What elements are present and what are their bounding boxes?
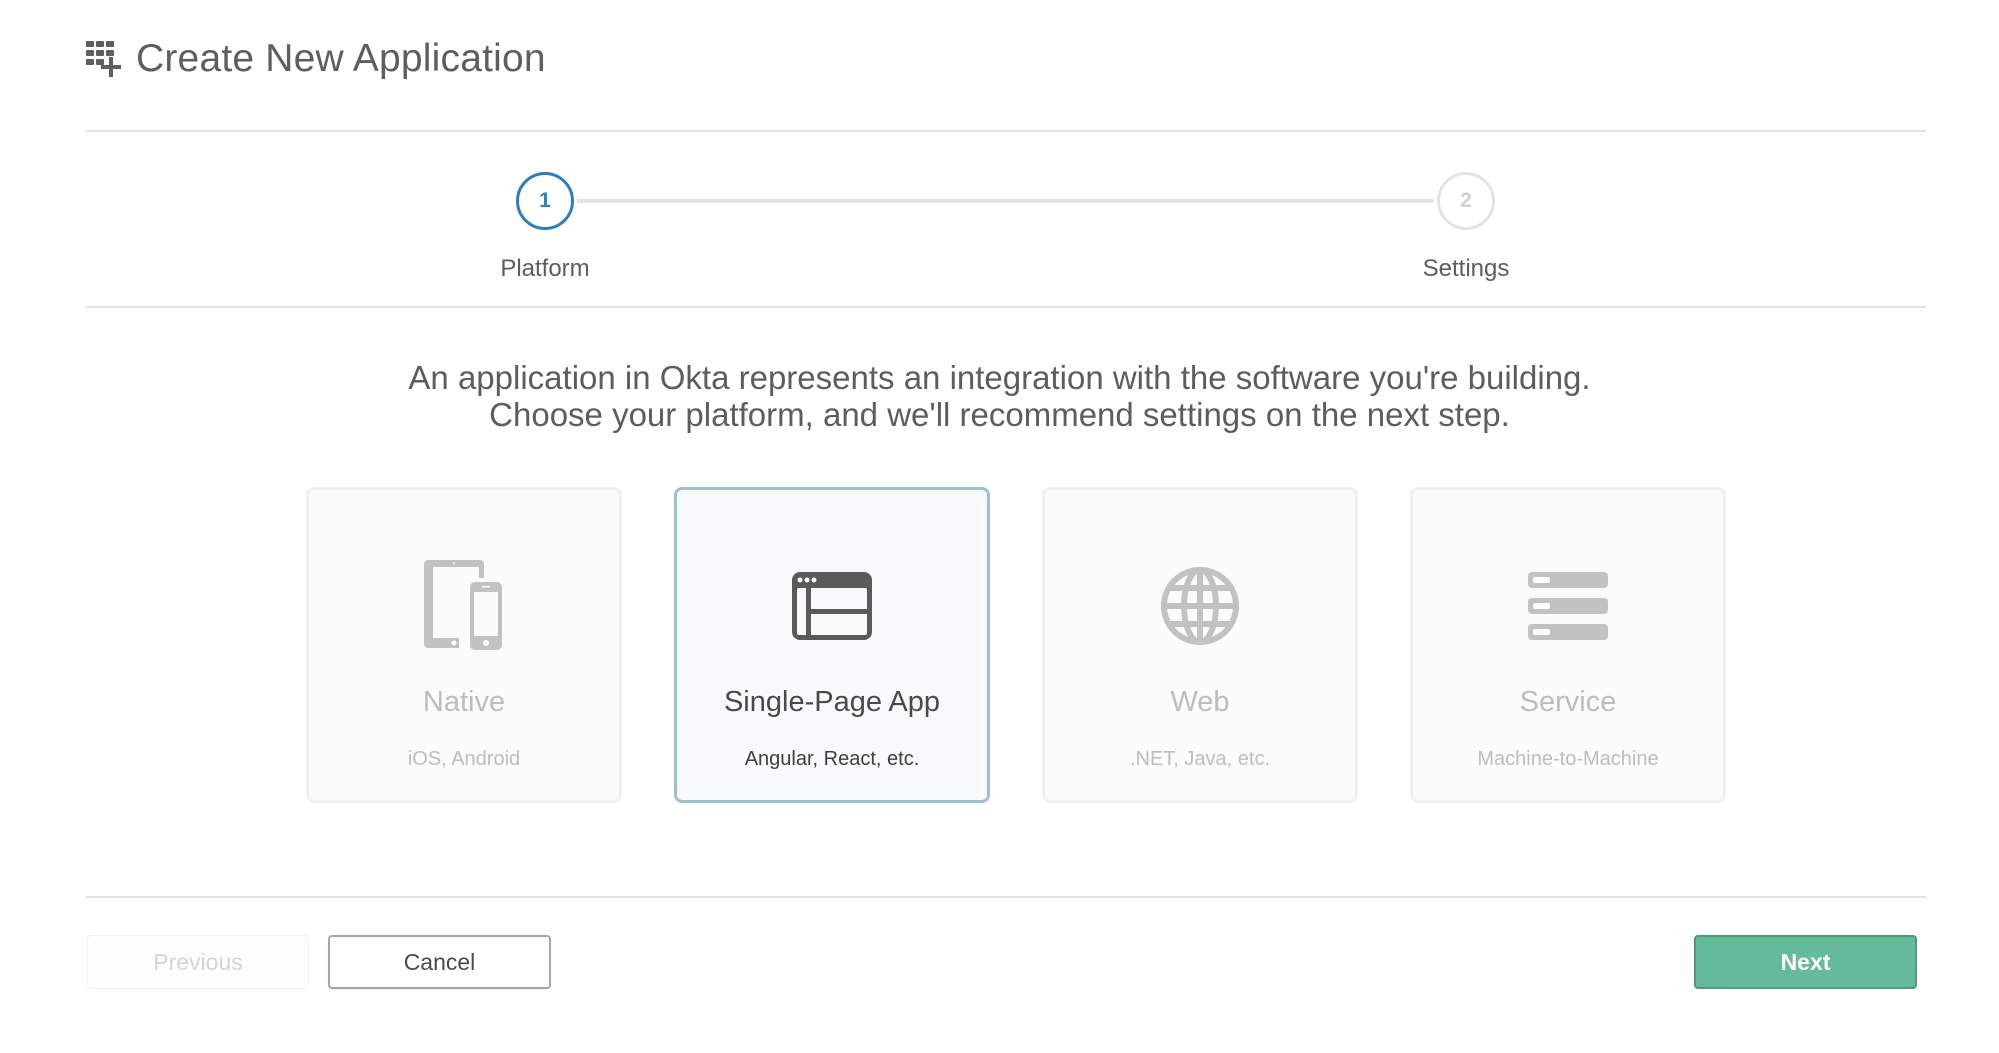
- footer-divider: [86, 896, 1926, 898]
- mobile-devices-icon: [414, 556, 514, 656]
- platform-subtitle: iOS, Android: [407, 748, 521, 770]
- description-line-1: An application in Okta represents an int…: [408, 359, 1591, 396]
- step-1-indicator: 1: [516, 172, 574, 230]
- platform-card-single-page-app[interactable]: Single-Page App Angular, React, etc.: [674, 487, 990, 803]
- platform-name: Service: [1519, 686, 1617, 718]
- step-2-indicator: 2: [1437, 172, 1495, 230]
- platform-card-service[interactable]: Service Machine-to-Machine: [1410, 487, 1726, 803]
- next-button[interactable]: Next: [1694, 935, 1917, 989]
- platform-name: Single-Page App: [723, 686, 941, 718]
- browser-window-icon: [782, 556, 882, 656]
- platform-subtitle: .NET, Java, etc.: [1129, 748, 1271, 770]
- step-2-label: Settings: [1422, 255, 1510, 282]
- description-line-2: Choose your platform, and we'll recommen…: [489, 396, 1510, 433]
- page-header: Create New Application: [86, 34, 546, 84]
- platform-subtitle: Machine-to-Machine: [1477, 748, 1659, 770]
- stepper-connector: [577, 199, 1434, 203]
- platform-subtitle: Angular, React, etc.: [744, 748, 920, 770]
- platform-name: Web: [1170, 686, 1230, 718]
- server-stack-icon: [1518, 556, 1618, 656]
- previous-button[interactable]: Previous: [87, 935, 309, 989]
- page-title: Create New Application: [136, 37, 546, 80]
- header-divider: [86, 130, 1926, 132]
- platform-card-web[interactable]: Web .NET, Java, etc.: [1042, 487, 1358, 803]
- platform-card-native[interactable]: Native iOS, Android: [306, 487, 622, 803]
- cancel-button[interactable]: Cancel: [328, 935, 551, 989]
- add-apps-grid-icon: [86, 41, 121, 77]
- step-1-label: Platform: [500, 255, 590, 282]
- globe-icon: [1150, 556, 1250, 656]
- stepper-divider: [86, 306, 1926, 308]
- platform-name: Native: [422, 686, 506, 718]
